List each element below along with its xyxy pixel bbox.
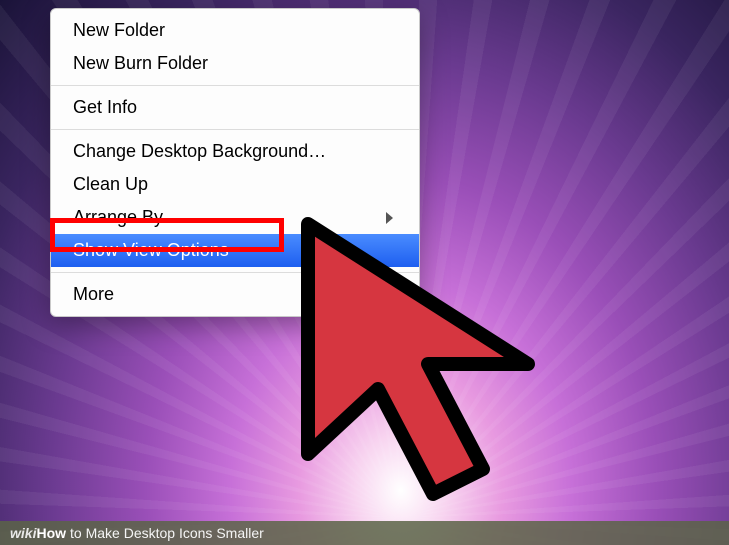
menu-item-label: New Burn Folder [73,50,208,77]
menu-item-label: Get Info [73,94,137,121]
menu-item-label: More [73,281,114,308]
menu-separator [51,129,419,130]
caption-title: to Make Desktop Icons Smaller [70,525,264,541]
menu-item-label: Change Desktop Background… [73,138,326,165]
menu-separator [51,85,419,86]
caption-wiki: wiki [10,525,36,541]
menu-item-get-info[interactable]: Get Info [51,91,419,124]
caption-bar: wikiHow to Make Desktop Icons Smaller [0,521,729,545]
menu-item-label: Show View Options [73,237,229,264]
menu-item-new-folder[interactable]: New Folder [51,14,419,47]
menu-item-label: New Folder [73,17,165,44]
menu-item-label: Arrange By [73,204,163,231]
menu-item-change-desktop-background[interactable]: Change Desktop Background… [51,135,419,168]
caption-how: How [36,525,66,541]
menu-item-label: Clean Up [73,171,148,198]
cursor-arrow-annotation [268,194,588,514]
menu-item-new-burn-folder[interactable]: New Burn Folder [51,47,419,80]
